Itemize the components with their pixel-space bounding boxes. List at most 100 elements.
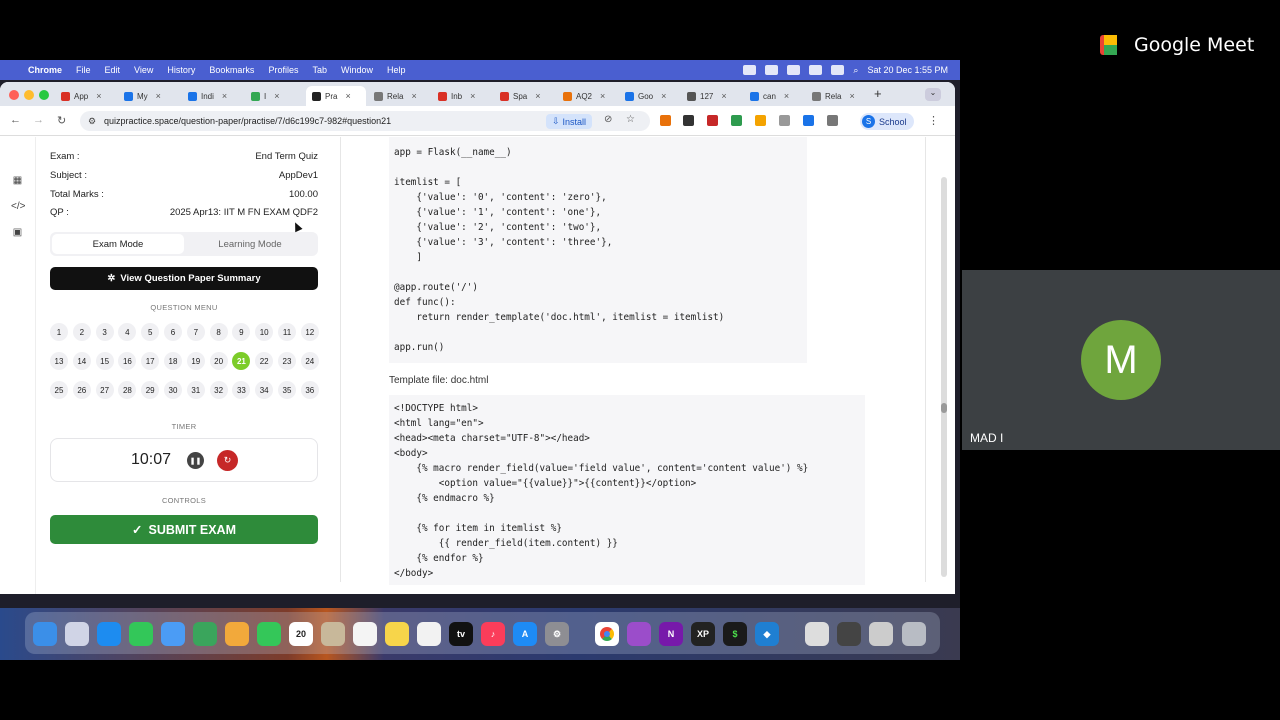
participant-tile[interactable]: M MAD I <box>962 270 1280 450</box>
page-scrollbar[interactable] <box>941 177 947 577</box>
close-tab-icon[interactable]: × <box>411 91 416 101</box>
question-button[interactable]: 21 <box>232 352 251 370</box>
forward-arrow-icon[interactable]: → <box>33 114 44 126</box>
menu-file[interactable]: File <box>76 65 91 75</box>
menu-profiles[interactable]: Profiles <box>268 65 298 75</box>
reminders-icon[interactable] <box>353 622 377 646</box>
browser-tab[interactable]: I × <box>245 86 305 106</box>
photos-icon[interactable] <box>225 622 249 646</box>
question-button[interactable]: 11 <box>278 323 296 341</box>
menu-window[interactable]: Window <box>341 65 373 75</box>
extension-icon[interactable] <box>731 115 742 126</box>
bookmark-star-icon[interactable]: ☆ <box>626 114 635 125</box>
question-button[interactable]: 7 <box>186 323 205 341</box>
close-window-button[interactable] <box>9 90 19 100</box>
menu-history[interactable]: History <box>167 65 195 75</box>
status-icon[interactable] <box>743 65 757 75</box>
extension-icon[interactable] <box>660 115 671 126</box>
extension-icon[interactable] <box>779 115 790 126</box>
extension-icon[interactable] <box>707 115 718 126</box>
browser-tab[interactable]: AQ2 × <box>557 86 617 106</box>
app-store-icon[interactable]: A <box>513 622 537 646</box>
reset-timer-icon[interactable]: ↻ <box>217 450 238 471</box>
vscode-icon[interactable]: ◆ <box>755 622 779 646</box>
question-button[interactable]: 3 <box>95 323 114 341</box>
close-tab-icon[interactable]: × <box>600 91 605 101</box>
proton-vpn-icon[interactable] <box>627 622 651 646</box>
extension-icon[interactable] <box>803 115 814 126</box>
trash-icon[interactable] <box>902 622 926 646</box>
launchpad-icon[interactable] <box>65 622 89 646</box>
question-button[interactable]: 9 <box>232 323 251 341</box>
maps-icon[interactable] <box>193 622 217 646</box>
close-tab-icon[interactable]: × <box>784 91 789 101</box>
question-button[interactable]: 2 <box>72 323 91 341</box>
pause-icon[interactable]: ❚❚ <box>187 452 204 469</box>
mail-icon[interactable] <box>161 622 185 646</box>
question-button[interactable]: 1 <box>50 323 68 341</box>
question-button[interactable]: 24 <box>300 352 319 370</box>
menu-tab[interactable]: Tab <box>312 65 327 75</box>
contacts-icon[interactable] <box>321 622 345 646</box>
question-button[interactable]: 12 <box>300 323 319 341</box>
question-button[interactable]: 15 <box>95 352 114 370</box>
browser-tab[interactable]: App × <box>55 86 115 106</box>
question-button[interactable]: 13 <box>50 352 68 370</box>
tab-search-chevron-icon[interactable]: ⌄ <box>925 88 941 101</box>
menubar-app-name[interactable]: Chrome <box>28 65 62 75</box>
status-icon[interactable] <box>787 65 801 75</box>
search-icon[interactable]: ⌕ <box>853 65 858 76</box>
back-arrow-icon[interactable]: ← <box>10 114 21 126</box>
chrome-icon[interactable] <box>595 622 619 646</box>
question-button[interactable]: 20 <box>209 352 228 370</box>
messages-icon[interactable] <box>129 622 153 646</box>
question-button[interactable]: 10 <box>255 323 274 341</box>
question-button[interactable]: 4 <box>118 323 137 341</box>
close-tab-icon[interactable]: × <box>222 91 227 101</box>
question-button[interactable]: 26 <box>72 381 91 399</box>
close-tab-icon[interactable]: × <box>156 91 161 101</box>
notes-icon[interactable] <box>385 622 409 646</box>
browser-tab[interactable]: 127 × <box>681 86 741 106</box>
eye-slash-icon[interactable]: ⊘ <box>604 114 612 125</box>
question-button[interactable]: 16 <box>118 352 137 370</box>
question-button[interactable]: 17 <box>141 352 160 370</box>
question-button[interactable]: 32 <box>209 381 228 399</box>
terminal-icon[interactable]: $ <box>723 622 747 646</box>
browser-tab[interactable]: Inb × <box>432 86 492 106</box>
menu-bookmarks[interactable]: Bookmarks <box>209 65 254 75</box>
close-tab-icon[interactable]: × <box>535 91 540 101</box>
extensions-puzzle-icon[interactable] <box>827 115 838 126</box>
close-tab-icon[interactable]: × <box>345 91 350 101</box>
calendar-icon[interactable]: 20 <box>289 622 313 646</box>
question-button[interactable]: 6 <box>164 323 182 341</box>
profile-button[interactable]: S School <box>860 113 914 130</box>
calculator-icon[interactable]: ▦ <box>11 175 24 188</box>
question-button[interactable]: 8 <box>209 323 228 341</box>
view-summary-button[interactable]: ✲ View Question Paper Summary <box>50 267 318 290</box>
question-button[interactable]: 25 <box>50 381 68 399</box>
question-button[interactable]: 14 <box>72 352 91 370</box>
question-button[interactable]: 27 <box>95 381 114 399</box>
question-button[interactable]: 18 <box>164 352 182 370</box>
xp-pen-icon[interactable]: XP <box>691 622 715 646</box>
facetime-icon[interactable] <box>257 622 281 646</box>
minimize-window-button[interactable] <box>24 90 34 100</box>
question-button[interactable]: 19 <box>186 352 205 370</box>
extension-icon[interactable] <box>755 115 766 126</box>
question-button[interactable]: 28 <box>118 381 137 399</box>
close-tab-icon[interactable]: × <box>661 91 666 101</box>
freeform-icon[interactable] <box>417 622 441 646</box>
close-tab-icon[interactable]: × <box>96 91 101 101</box>
menu-view[interactable]: View <box>134 65 153 75</box>
recent-window-icon[interactable] <box>869 622 893 646</box>
question-button[interactable]: 30 <box>164 381 182 399</box>
menu-edit[interactable]: Edit <box>105 65 121 75</box>
notebook-icon[interactable]: ▣ <box>11 227 24 240</box>
recent-window-icon[interactable] <box>805 622 829 646</box>
onenote-icon[interactable]: N <box>659 622 683 646</box>
question-button[interactable]: 34 <box>255 381 274 399</box>
question-button[interactable]: 33 <box>232 381 251 399</box>
browser-tab[interactable]: Indi × <box>182 86 242 106</box>
wifi-icon[interactable] <box>809 65 823 75</box>
